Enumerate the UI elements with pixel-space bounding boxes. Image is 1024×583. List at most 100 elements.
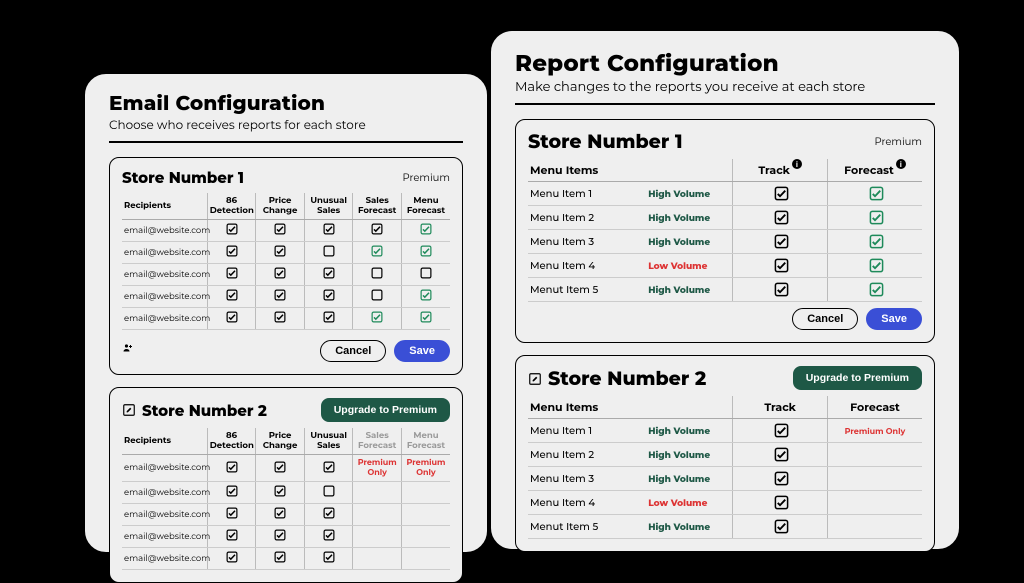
checkbox-empty-icon[interactable] [371,267,383,279]
checkbox-checked-icon[interactable] [226,485,238,497]
info-icon[interactable]: i [792,159,802,169]
checkbox-checked-icon[interactable] [420,311,432,323]
checkbox-checked-icon[interactable] [226,507,238,519]
checkbox-checked-icon[interactable] [420,223,432,235]
checkbox-empty-icon[interactable] [420,267,432,279]
upgrade-button[interactable]: Upgrade to Premium [793,366,922,390]
rcol2-menu: Menu Items [528,396,733,419]
menu-item-name: Menut Item 5 [528,278,646,302]
col2-86: 86 Detection [207,428,256,455]
col2-sales-fc: Sales Forecast [353,428,402,455]
checkbox-checked-icon[interactable] [274,267,286,279]
checkbox-checked-icon[interactable] [774,423,786,435]
checkbox-checked-icon[interactable] [869,186,881,198]
checkbox-checked-icon[interactable] [774,471,786,483]
checkbox-checked-icon[interactable] [226,245,238,257]
checkbox-checked-icon[interactable] [869,258,881,270]
checkbox-checked-icon[interactable] [774,258,786,270]
email-config-panel: Email Configuration Choose who receives … [84,73,488,553]
checkbox-checked-icon[interactable] [323,289,335,301]
col-price: Price Change [256,193,305,220]
col2-menu-fc: Menu Forecast [401,428,450,455]
checkbox-empty-icon[interactable] [371,289,383,301]
checkbox-checked-icon[interactable] [371,245,383,257]
table-row: email@website.com [122,264,450,286]
checkbox-checked-icon[interactable] [274,223,286,235]
checkbox-checked-icon[interactable] [274,551,286,563]
table-row: email@website.com [122,504,450,526]
rcol-forecast: Forecasti [827,159,922,182]
checkbox-checked-icon[interactable] [226,551,238,563]
checkbox-checked-icon[interactable] [869,282,881,294]
checkbox-empty-icon[interactable] [323,245,335,257]
checkbox-checked-icon[interactable] [774,447,786,459]
checkbox-checked-icon[interactable] [774,186,786,198]
table-row: Menut Item 5 High Volume [528,278,922,302]
menu-item-name: Menu Item 2 [528,206,646,230]
info-icon[interactable]: i [896,159,906,169]
checkbox-checked-icon[interactable] [774,495,786,507]
checkbox-checked-icon[interactable] [274,485,286,497]
table-row: Menu Item 3 High Volume [528,230,922,254]
checkbox-checked-icon[interactable] [774,519,786,531]
menu-item-name: Menu Item 3 [528,467,646,491]
recipient-email: email@website.com [122,264,207,286]
volume-badge: High Volume [648,237,710,248]
col-menu-fc: Menu Forecast [401,193,450,220]
checkbox-checked-icon[interactable] [226,289,238,301]
checkbox-checked-icon[interactable] [274,461,286,473]
checkbox-checked-icon[interactable] [420,289,432,301]
table-row: Menu Item 2 High Volume [528,443,922,467]
checkbox-checked-icon[interactable] [323,311,335,323]
checkbox-checked-icon[interactable] [774,282,786,294]
checkbox-checked-icon[interactable] [274,289,286,301]
email-store1-table: Recipients 86 Detection Price Change Unu… [122,193,450,330]
recipient-email: email@website.com [122,548,207,570]
table-row: email@website.com Premium OnlyPremium On… [122,455,450,482]
checkbox-checked-icon[interactable] [274,529,286,541]
checkbox-checked-icon[interactable] [420,245,432,257]
checkbox-checked-icon[interactable] [869,234,881,246]
checkbox-checked-icon[interactable] [371,311,383,323]
report-store1-card: Store Number 1 Premium Menu Items Tracki… [515,119,935,343]
report-store2-title: Store Number 2 [548,367,706,390]
checkbox-checked-icon[interactable] [226,461,238,473]
cancel-button[interactable]: Cancel [792,308,858,330]
checkbox-checked-icon[interactable] [274,245,286,257]
checkbox-checked-icon[interactable] [226,267,238,279]
checkbox-empty-icon[interactable] [323,485,335,497]
save-button[interactable]: Save [866,308,922,330]
checkbox-checked-icon[interactable] [869,210,881,222]
table-row: email@website.com [122,308,450,330]
premium-badge: Premium [874,135,922,148]
checkbox-checked-icon[interactable] [323,507,335,519]
checkbox-checked-icon[interactable] [323,267,335,279]
rcol-menu: Menu Items [528,159,733,182]
edit-icon[interactable] [122,403,136,417]
checkbox-checked-icon[interactable] [323,551,335,563]
col-unusual: Unusual Sales [304,193,353,220]
rcol-track: Tracki [733,159,828,182]
checkbox-checked-icon[interactable] [774,234,786,246]
volume-badge: High Volume [648,522,710,533]
checkbox-checked-icon[interactable] [371,223,383,235]
checkbox-checked-icon[interactable] [774,210,786,222]
checkbox-checked-icon[interactable] [323,461,335,473]
checkbox-checked-icon[interactable] [226,529,238,541]
premium-only-label: Premium Only [407,458,446,478]
email-config-title: Email Configuration [109,92,463,116]
upgrade-button[interactable]: Upgrade to Premium [321,398,450,422]
save-button[interactable]: Save [394,340,450,362]
premium-badge: Premium [402,171,450,184]
checkbox-checked-icon[interactable] [274,311,286,323]
rcol2-forecast: Forecast [827,396,922,419]
edit-icon[interactable] [528,371,542,385]
cancel-button[interactable]: Cancel [320,340,386,362]
add-user-icon[interactable] [122,342,134,354]
checkbox-checked-icon[interactable] [226,311,238,323]
checkbox-checked-icon[interactable] [226,223,238,235]
checkbox-checked-icon[interactable] [274,507,286,519]
checkbox-checked-icon[interactable] [323,529,335,541]
table-row: Menu Item 2 High Volume [528,206,922,230]
checkbox-checked-icon[interactable] [323,223,335,235]
